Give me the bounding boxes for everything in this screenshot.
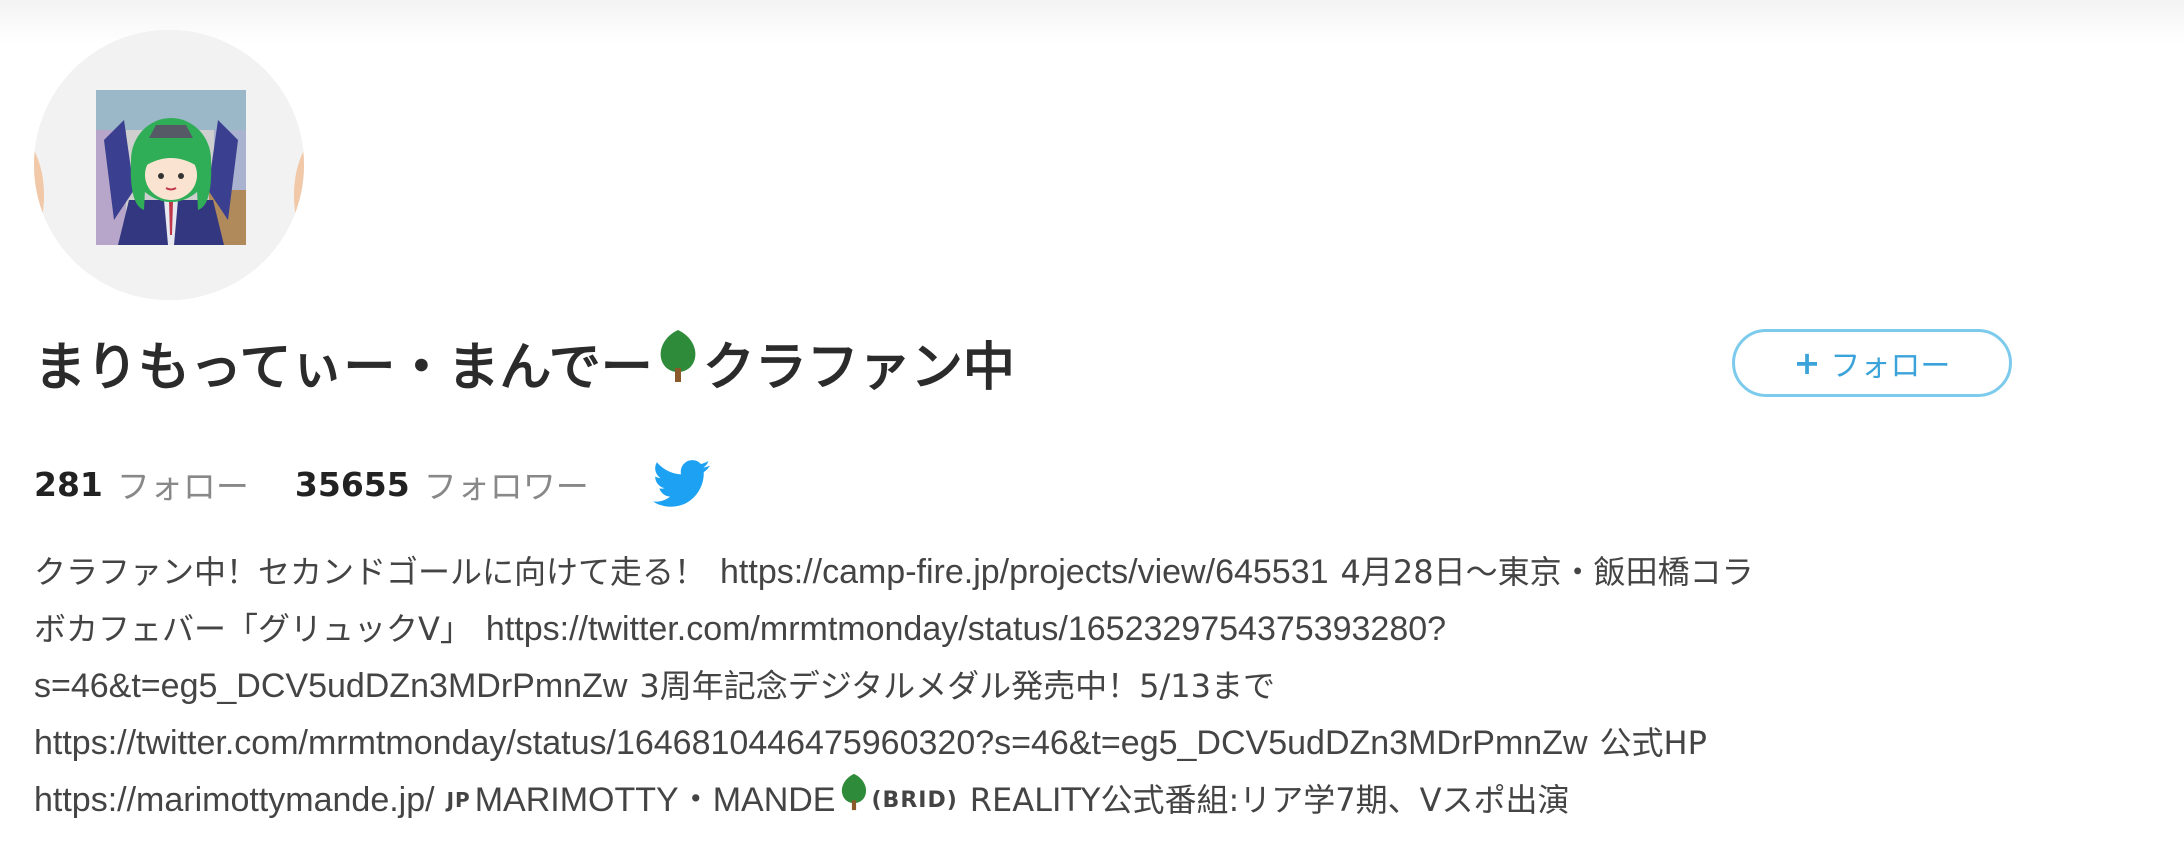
profile-stats: 281 フォロー 35655 フォロワー <box>34 458 711 510</box>
avatar-image <box>34 30 304 300</box>
bio-text: 4月28日〜東京・飯田橋コラ <box>1340 553 1754 591</box>
tree-icon <box>655 328 701 397</box>
bio-link[interactable]: https://twitter.com/mrmtmonday/status/16… <box>486 601 1446 658</box>
avatar[interactable] <box>34 30 304 300</box>
profile-card: まりもってぃー・まんでー クラファン中 + フォロー 281 フォロー 3565… <box>0 0 2184 853</box>
followers-label: フォロワー <box>423 467 589 506</box>
bio-text: 3周年記念デジタルメダル発売中！5/13まで <box>639 667 1275 705</box>
brid-badge: (BRID) <box>871 788 958 813</box>
followers-stat[interactable]: 35655 フォロワー <box>295 460 589 508</box>
bio-line: s=46&t=eg5_DCV5udDZn3MDrPmnZw 3周年記念デジタルメ… <box>34 658 2094 715</box>
display-name-suffix: クラファン中 <box>702 337 1015 398</box>
display-name: まりもってぃー・まんでー クラファン中 <box>34 322 1015 402</box>
tree-icon <box>838 772 870 830</box>
following-label: フォロー <box>116 467 249 506</box>
follow-button[interactable]: + フォロー <box>1732 329 2012 397</box>
following-count: 281 <box>34 464 103 504</box>
bio-text: 公式HP <box>1599 724 1707 762</box>
bio-line: クラファン中！セカンドゴールに向けて走る！ https://camp-fire.… <box>34 544 2094 601</box>
plus-icon: + <box>1793 344 1821 382</box>
bio-link[interactable]: s=46&t=eg5_DCV5udDZn3MDrPmnZw <box>34 658 627 715</box>
bio-link[interactable]: https://marimottymande.jp/ <box>34 772 435 829</box>
followers-count: 35655 <box>294 464 410 504</box>
bio-line: https://twitter.com/mrmtmonday/status/16… <box>34 715 2094 772</box>
bio-text: REALITY公式番組:リア学7期、Vスポ出演 <box>969 781 1570 819</box>
bio: クラファン中！セカンドゴールに向けて走る！ https://camp-fire.… <box>34 544 2094 829</box>
bio-line: https://marimottymande.jp/ JP MARIMOTTY・… <box>34 772 2094 829</box>
bio-text: ボカフェバー「グリュックV」 <box>34 610 472 648</box>
follow-button-label: フォロー <box>1830 349 1951 384</box>
bio-text: MARIMOTTY・MANDE <box>474 781 836 819</box>
display-name-text: まりもってぃー・まんでー <box>34 337 653 398</box>
twitter-bird-icon[interactable] <box>652 459 711 509</box>
bio-link[interactable]: https://twitter.com/mrmtmonday/status/16… <box>34 715 1588 772</box>
bio-link[interactable]: https://camp-fire.jp/projects/view/64553… <box>720 544 1329 601</box>
following-stat[interactable]: 281 フォロー <box>34 460 249 508</box>
bio-text: クラファン中！セカンドゴールに向けて走る！ <box>34 553 707 591</box>
jp-flag-icon: JP <box>446 788 471 812</box>
bio-line: ボカフェバー「グリュックV」 https://twitter.com/mrmtm… <box>34 601 2094 658</box>
